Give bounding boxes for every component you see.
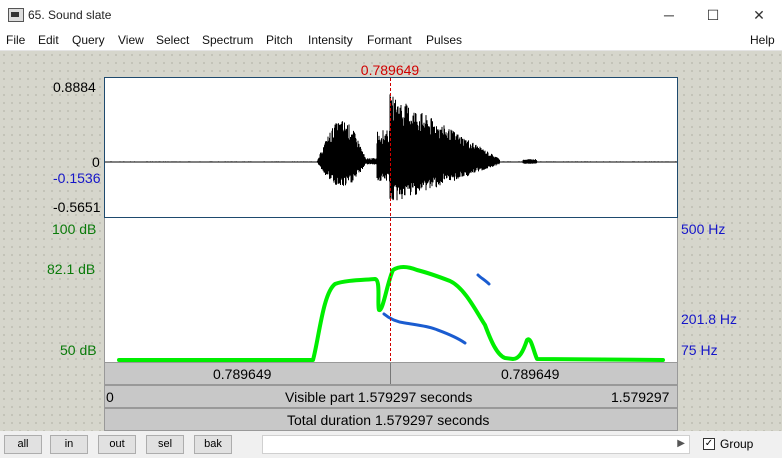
waveform-zero-label: 0 [92,154,100,170]
pitch-bottom-label: 75 Hz [681,342,718,358]
menu-intensity[interactable]: Intensity [308,33,353,47]
visible-end-time: 1.579297 [611,389,670,405]
menu-query[interactable]: Query [72,33,105,47]
pitch-cursor-label: 201.8 Hz [681,311,738,327]
total-duration-bar[interactable]: Total duration 1.579297 seconds [104,408,678,431]
visible-part-label[interactable]: Visible part 1.579297 seconds [285,389,472,405]
intensity-top-label: 100 dB [52,221,97,237]
menu-edit[interactable]: Edit [38,33,59,47]
title-bar: 65. Sound slate ─ ☐ ✕ [0,0,782,30]
menu-pulses[interactable]: Pulses [426,33,462,47]
intensity-bottom-label: 50 dB [60,342,97,358]
visible-part-bar[interactable]: 0 Visible part 1.579297 seconds 1.579297 [104,385,678,408]
zoom-sel-button[interactable]: sel [146,435,184,454]
close-button[interactable]: ✕ [736,0,782,30]
menu-bar: File Edit Query View Select Spectrum Pit… [0,30,782,51]
window-title: 65. Sound slate [28,8,112,22]
bottom-toolbar: all in out sel bak ▶ ✓ Group [0,431,782,458]
horizontal-scrollbar[interactable]: ▶ [262,435,690,454]
zoom-back-button[interactable]: bak [194,435,232,454]
group-label: Group [720,437,754,451]
menu-view[interactable]: View [118,33,144,47]
menu-file[interactable]: File [6,33,25,47]
menu-spectrum[interactable]: Spectrum [202,33,253,47]
pitch-contour-main [382,312,467,345]
menu-formant[interactable]: Formant [367,33,412,47]
total-duration-label[interactable]: Total duration 1.579297 seconds [287,412,489,428]
cursor-time-label: 0.789649 [360,62,420,78]
waveform-max-label: 0.8884 [53,79,96,95]
menu-pitch[interactable]: Pitch [266,33,293,47]
cursor-svg [390,78,391,362]
zoom-out-button[interactable]: out [98,435,136,454]
intensity-mid-label: 82.1 dB [47,261,96,277]
zoom-all-button[interactable]: all [4,435,42,454]
pitch-top-label: 500 Hz [681,221,726,237]
minimize-button[interactable]: ─ [646,0,692,30]
scroll-right-icon[interactable]: ▶ [677,438,685,449]
segment-divider [390,363,391,384]
menu-select[interactable]: Select [156,33,189,47]
app-icon [8,8,24,22]
pitch-contour-fragment [476,273,491,286]
waveform-min-label: -0.5651 [53,199,101,215]
waveform-cursor-label: -0.1536 [53,170,101,186]
right-segment-duration[interactable]: 0.789649 [501,366,559,382]
segment-bar[interactable]: 0.789649 0.789649 [104,362,678,385]
visible-start-time: 0 [106,389,114,405]
maximize-button[interactable]: ☐ [690,0,736,30]
left-segment-duration[interactable]: 0.789649 [213,366,271,382]
zoom-in-button[interactable]: in [50,435,88,454]
menu-help[interactable]: Help [750,33,775,47]
group-checkbox[interactable]: ✓ [703,438,715,450]
